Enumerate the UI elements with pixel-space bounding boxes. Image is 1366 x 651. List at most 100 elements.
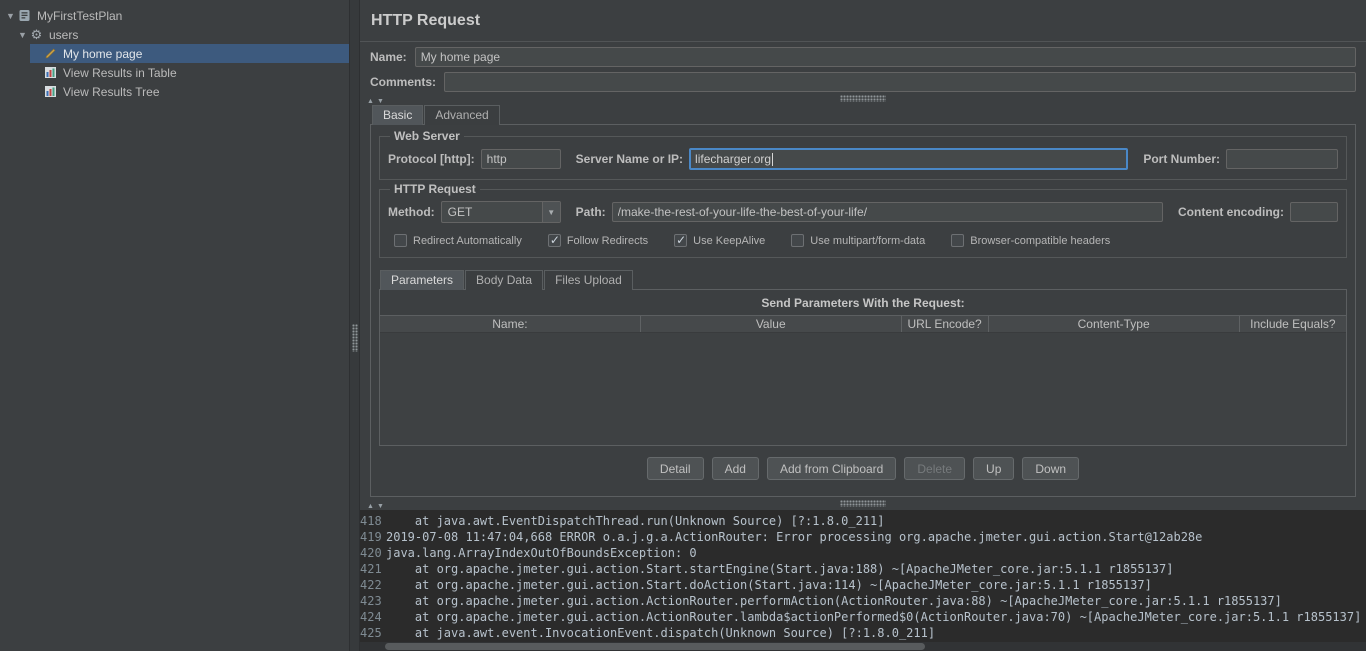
tree-item[interactable]: ▼ View Results in Table — [30, 63, 349, 82]
action-button[interactable]: Add from Clipboard — [766, 457, 897, 480]
parameters-panel: Send Parameters With the Request: Name: … — [379, 289, 1347, 446]
server-name-label: Server Name or IP: — [575, 152, 684, 166]
log-line: 421 at org.apache.jmeter.gui.action.Star… — [360, 561, 1366, 577]
action-button[interactable]: Delete — [904, 457, 966, 480]
tree-item[interactable]: ▼ View Results Tree — [30, 82, 349, 101]
method-select[interactable]: GET ▼ — [440, 201, 561, 223]
parameter-tabs: Parameters Body Data Files Upload — [371, 270, 1355, 290]
http-request-group: HTTP Request Method: GET ▼ Path: Content… — [379, 182, 1347, 258]
server-name-input[interactable]: lifecharger.org — [689, 148, 1129, 170]
checkbox[interactable]: Use multipart/form-data — [791, 234, 925, 247]
checkbox[interactable]: Follow Redirects — [547, 233, 648, 247]
method-path-row: Method: GET ▼ Path: Content encoding: — [388, 201, 1338, 223]
parameter-tab[interactable]: Files Upload — [544, 270, 633, 290]
log-line-text: at org.apache.jmeter.gui.action.Start.st… — [386, 562, 1174, 576]
collapse-up-icon[interactable]: ▲ — [367, 503, 374, 510]
comments-input[interactable] — [444, 72, 1356, 92]
checkbox-label: Use KeepAlive — [693, 234, 766, 247]
server-name-value: lifecharger.org — [695, 152, 772, 166]
vertical-splitter[interactable] — [349, 0, 360, 651]
parameters-table-header: Name: Value URL Encode? Content-Type Inc… — [380, 315, 1346, 333]
checkbox-icon[interactable] — [674, 233, 688, 247]
tree-item-label: My home page — [63, 46, 143, 61]
expand-toggle-icon[interactable]: ▼ — [16, 30, 29, 40]
checkbox-icon[interactable] — [951, 234, 965, 247]
checkbox-icon[interactable] — [394, 234, 407, 247]
parameters-title: Send Parameters With the Request: — [761, 296, 965, 310]
checkbox[interactable]: Browser-compatible headers — [951, 234, 1110, 247]
action-button[interactable]: Detail — [646, 457, 704, 480]
log-line: 423 at org.apache.jmeter.gui.action.Acti… — [360, 593, 1366, 609]
log-line-number: 425 — [360, 626, 382, 640]
log-line-number: 420 — [360, 546, 382, 560]
content-encoding-input[interactable] — [1290, 202, 1338, 222]
parameter-tab[interactable]: Body Data — [465, 270, 544, 290]
log-line-number: 424 — [360, 610, 382, 624]
web-server-group: Web Server Protocol [http]: Server Name … — [379, 129, 1347, 180]
log-line: 418 at java.awt.EventDispatchThread.run(… — [360, 513, 1366, 529]
column-header[interactable]: Name: — [380, 316, 641, 332]
text-caret — [772, 152, 774, 166]
config-tab[interactable]: Basic — [372, 105, 424, 125]
comments-label: Comments: — [370, 75, 437, 89]
tree-item[interactable]: ▼ ⚙ users — [16, 25, 349, 44]
log-line-text: java.lang.ArrayIndexOutOfBoundsException… — [386, 546, 697, 560]
log-line-text: at java.awt.event.InvocationEvent.dispat… — [386, 626, 936, 640]
path-label: Path: — [575, 205, 606, 219]
port-input[interactable] — [1226, 149, 1338, 169]
method-label: Method: — [388, 205, 435, 219]
config-tab[interactable]: Advanced — [424, 105, 500, 125]
tree-item[interactable]: ▼ My home page — [30, 44, 349, 63]
listener-icon — [43, 66, 58, 80]
log-line-number: 421 — [360, 562, 382, 576]
path-input[interactable] — [611, 202, 1164, 222]
name-label: Name: — [370, 50, 407, 64]
column-header[interactable]: URL Encode? — [902, 316, 989, 332]
checkbox[interactable]: Use KeepAlive — [674, 233, 766, 247]
splitter-grip-icon[interactable] — [840, 95, 886, 102]
name-input[interactable] — [414, 47, 1356, 67]
log-line: 425 at java.awt.event.InvocationEvent.di… — [360, 625, 1366, 641]
top-splitter: ▲ ▼ — [360, 92, 1366, 105]
tree-item-label: View Results Tree — [63, 84, 160, 99]
expand-toggle-icon[interactable]: ▼ — [4, 11, 17, 21]
checkbox-icon[interactable] — [547, 233, 561, 247]
column-header[interactable]: Content-Type — [989, 316, 1240, 332]
action-button[interactable]: Down — [1022, 457, 1080, 480]
group-title: Web Server — [394, 129, 460, 143]
column-header[interactable]: Value — [641, 316, 902, 332]
log-line-text: at org.apache.jmeter.gui.action.Start.do… — [386, 578, 1152, 592]
comments-row: Comments: — [360, 72, 1366, 92]
test-plan-icon — [17, 9, 32, 23]
action-button[interactable]: Add — [711, 457, 759, 480]
port-label: Port Number: — [1143, 152, 1220, 166]
tree-item[interactable]: ▼ MyFirstTestPlan — [4, 6, 349, 25]
log-line-number: 418 — [360, 514, 382, 528]
collapse-down-icon[interactable]: ▼ — [377, 503, 384, 510]
checkbox-label: Browser-compatible headers — [970, 234, 1111, 247]
action-button[interactable]: Up — [973, 457, 1015, 480]
splitter-grip-icon[interactable] — [352, 324, 358, 352]
chevron-down-icon: ▼ — [541, 202, 560, 222]
protocol-input[interactable] — [480, 149, 561, 169]
checkbox-icon[interactable] — [791, 234, 805, 247]
collapse-down-icon[interactable]: ▼ — [377, 98, 384, 105]
parameters-table-body[interactable] — [380, 333, 1346, 445]
thread-group-icon: ⚙ — [30, 27, 43, 42]
log-line-text: at org.apache.jmeter.gui.action.ActionRo… — [386, 610, 1362, 624]
test-plan-sidebar: ▼ MyFirstTestPlan ▼ ⚙ users ▼ My home pa… — [0, 0, 349, 651]
method-value: GET — [447, 205, 473, 219]
table-actions: Detail Add Add from Clipboard Delete Up … — [371, 457, 1355, 480]
column-header[interactable]: Include Equals? — [1240, 316, 1346, 332]
parameter-tab[interactable]: Parameters — [380, 270, 465, 290]
splitter-grip-icon[interactable] — [840, 500, 886, 507]
checkbox-label: Use multipart/form-data — [810, 234, 926, 247]
tree-item-label: MyFirstTestPlan — [37, 8, 123, 23]
web-server-row: Protocol [http]: Server Name or IP: life… — [388, 148, 1338, 170]
horizontal-scrollbar[interactable] — [360, 642, 1366, 651]
checkbox[interactable]: Redirect Automatically — [394, 234, 522, 247]
scrollbar-thumb[interactable] — [385, 643, 925, 650]
collapse-up-icon[interactable]: ▲ — [367, 98, 374, 105]
checkbox-label: Redirect Automatically — [413, 234, 522, 247]
request-options: Redirect Automatically Follow Redirects … — [394, 233, 1338, 247]
